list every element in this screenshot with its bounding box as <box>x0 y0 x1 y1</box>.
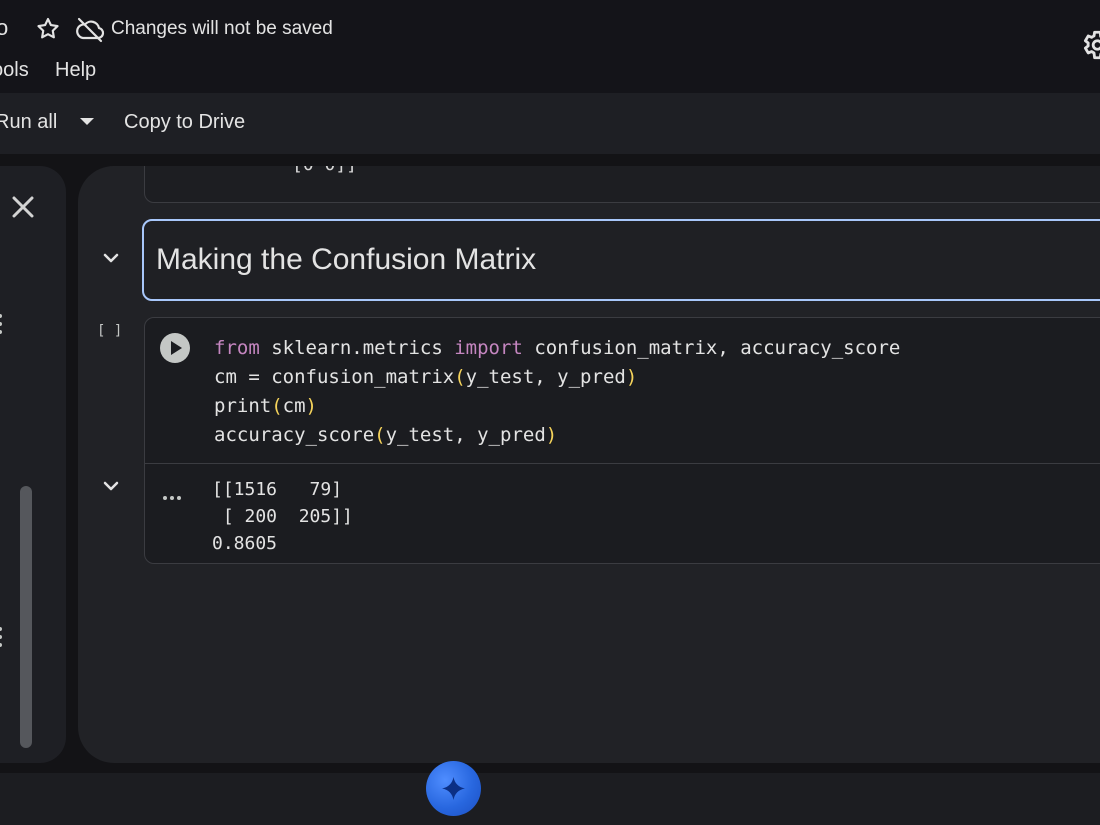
cloud-off-icon <box>76 17 105 43</box>
chevron-down-icon[interactable] <box>101 251 121 265</box>
code-editor[interactable]: from sklearn.metrics import confusion_ma… <box>214 334 900 450</box>
gemini-button[interactable] <box>426 761 481 816</box>
previous-output-text: [0 0]] <box>292 166 357 175</box>
colab-window: o Changes will not be saved ools Help Ru… <box>0 0 1100 825</box>
cell-output: [[1516 79] [ 200 205]] 0.8605 <box>212 476 353 557</box>
toolbar: Run all Copy to Drive <box>0 93 1100 154</box>
code-line: print(cm) <box>214 395 317 417</box>
chevron-down-icon[interactable] <box>101 479 121 493</box>
text-cell[interactable]: Making the Confusion Matrix <box>142 219 1100 301</box>
notebook-title[interactable]: o <box>0 15 8 41</box>
output-line: 0.8605 <box>212 533 278 554</box>
execution-count: [ ] <box>97 323 123 339</box>
side-panel <box>0 166 66 763</box>
code-line: accuracy_score(y_test, y_pred) <box>214 424 558 446</box>
output-divider <box>145 463 1100 464</box>
sparkle-icon <box>442 777 465 800</box>
menu-help[interactable]: Help <box>55 58 96 83</box>
menu-tools[interactable]: ools <box>0 58 55 83</box>
more-icon[interactable] <box>163 487 187 500</box>
close-icon[interactable] <box>12 196 34 218</box>
menu-bar: ools Help <box>0 58 96 83</box>
save-status: Changes will not be saved <box>111 18 333 39</box>
bottom-bar <box>0 773 1100 825</box>
notebook-panel: [0 0]] Making the Confusion Matrix [ ] f… <box>78 166 1100 763</box>
section-heading: Making the Confusion Matrix <box>156 243 537 276</box>
run-all-dropdown-icon[interactable] <box>80 118 94 125</box>
copy-to-drive-button[interactable]: Copy to Drive <box>124 111 245 134</box>
panel-more-icon[interactable] <box>0 627 4 651</box>
output-line: [ 200 205]] <box>212 506 353 527</box>
gear-icon[interactable] <box>1079 28 1100 62</box>
star-icon[interactable] <box>35 16 61 42</box>
run-all-button[interactable]: Run all <box>0 111 57 134</box>
code-line: cm = confusion_matrix(y_test, y_pred) <box>214 366 638 388</box>
output-line: [[1516 79] <box>212 479 343 500</box>
previous-cell-output: [0 0]] <box>144 166 1100 203</box>
run-icon[interactable] <box>160 333 190 363</box>
panel-more-icon[interactable] <box>0 314 4 338</box>
side-panel-scrollbar[interactable] <box>20 486 32 748</box>
code-line: from sklearn.metrics import confusion_ma… <box>214 337 901 359</box>
header-bar: o Changes will not be saved ools Help <box>0 0 1100 93</box>
